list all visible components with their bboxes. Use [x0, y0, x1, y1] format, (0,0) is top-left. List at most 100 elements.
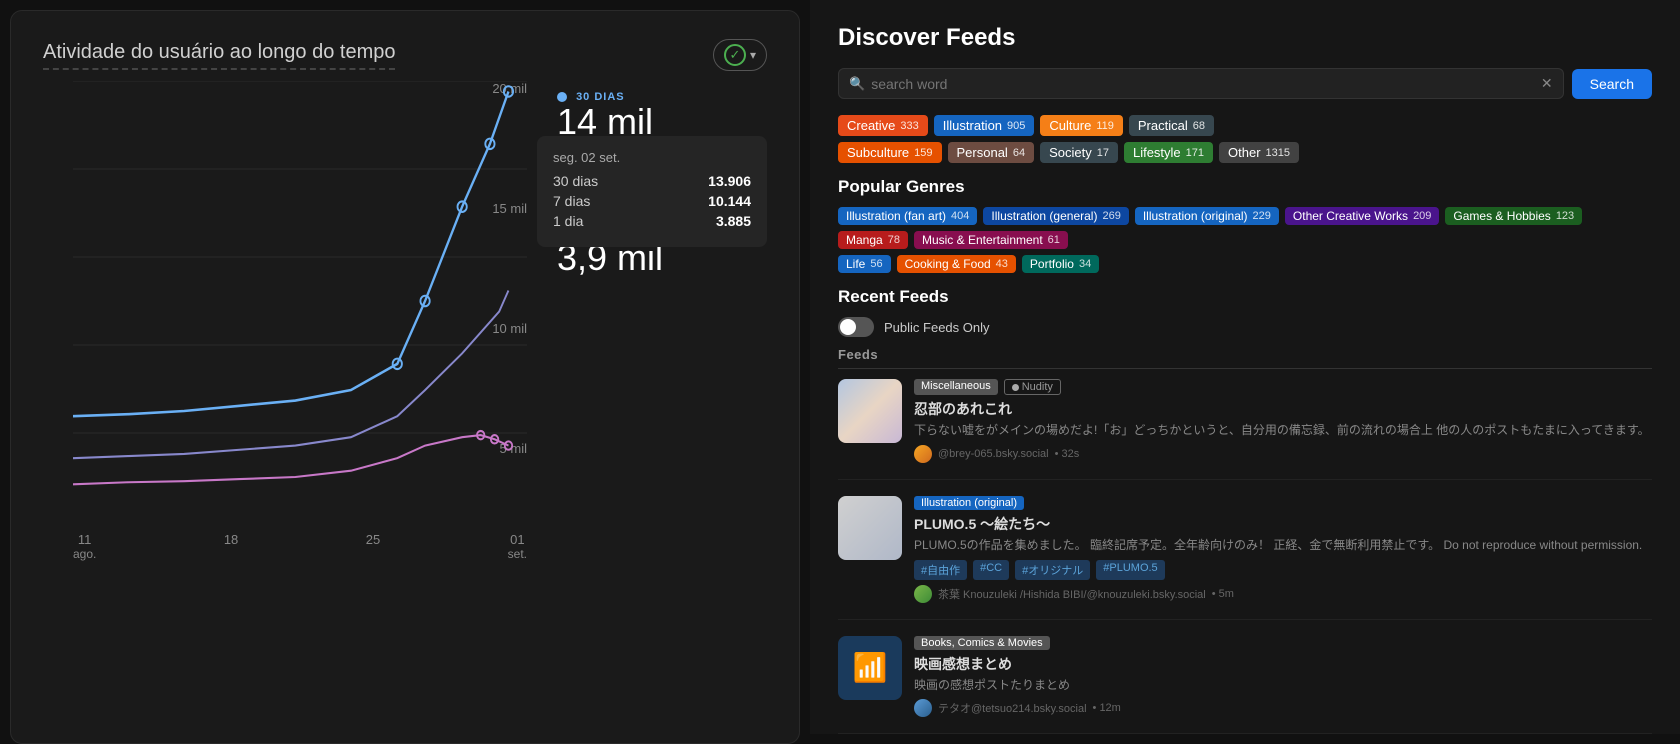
toggle-label: Public Feeds Only	[884, 320, 990, 335]
activity-chart-panel: Atividade do usuário ao longo do tempo ✓…	[10, 10, 800, 744]
genre-tag[interactable]: Cooking & Food43	[897, 255, 1016, 273]
hashtag[interactable]: #PLUMO.5	[1096, 560, 1164, 580]
genre-tags: Illustration (fan art)404 Illustration (g…	[838, 207, 1652, 249]
search-button[interactable]: Search	[1572, 69, 1652, 99]
feed-hashtags: #自由作 #CC #オリジナル #PLUMO.5	[914, 560, 1652, 580]
x-label: 25	[366, 532, 380, 547]
feeds-label: Feeds	[838, 347, 1652, 369]
chart-area: 20 mil 15 mil 10 mil 5 mil	[43, 81, 767, 561]
genre-tag[interactable]: Illustration (original)229	[1135, 207, 1279, 225]
genre-tag[interactable]: Other Creative Works209	[1285, 207, 1440, 225]
x-label: 18	[224, 532, 238, 547]
hashtag[interactable]: #自由作	[914, 560, 967, 580]
feed-handle: @brey-065.bsky.social	[938, 448, 1049, 460]
feed-name[interactable]: PLUMO.5 〜絵たち〜	[914, 514, 1652, 534]
category-tags-row-2: Subculture159 Personal64Society17 Lifestyl…	[838, 142, 1652, 163]
chart-svg	[73, 81, 527, 521]
genre-tag[interactable]: Games & Hobbies123	[1445, 207, 1582, 225]
feed-content: Illustration (original) PLUMO.5 〜絵たち〜 PL…	[914, 496, 1652, 603]
feed-name[interactable]: 映画感想まとめ	[914, 654, 1652, 674]
tooltip-row-7d: 7 dias 10.144	[553, 193, 751, 209]
genre-tag[interactable]: Illustration (general)269	[983, 207, 1128, 225]
feed-meta: @brey-065.bsky.social • 32s	[914, 445, 1652, 463]
search-input-wrap[interactable]: 🔍 ✕	[838, 68, 1564, 99]
feed-badge-row: Illustration (original)	[914, 496, 1652, 510]
x-sublabel: set.	[508, 547, 527, 561]
hashtag[interactable]: #オリジナル	[1015, 560, 1090, 580]
category-tag-lifestyle[interactable]: Lifestyle171	[1124, 142, 1213, 163]
feed-category-badge: Illustration (original)	[914, 496, 1024, 510]
popular-genres-title: Popular Genres	[838, 177, 1652, 197]
feed-thumbnail	[838, 496, 902, 560]
search-icon: 🔍	[849, 76, 865, 92]
genre-tag[interactable]: Portfolio34	[1022, 255, 1099, 273]
x-label: 01	[510, 532, 524, 547]
category-tag-subculture[interactable]: Subculture159	[838, 142, 942, 163]
category-tag-practical[interactable]: Practical68	[1129, 115, 1214, 136]
feed-badge-row: Miscellaneous Nudity	[914, 379, 1652, 395]
feed-name[interactable]: 忍部のあれこれ	[914, 399, 1652, 419]
feed-content: Books, Comics & Movies 映画感想まとめ 映画の感想ポストた…	[914, 636, 1652, 718]
public-feeds-toggle[interactable]	[838, 317, 874, 337]
feed-avatar	[914, 585, 932, 603]
rss-icon: 📶	[853, 651, 888, 684]
clear-icon[interactable]: ✕	[1541, 75, 1553, 92]
nudity-dot	[1012, 384, 1019, 391]
genre-tag[interactable]: Manga78	[838, 231, 908, 249]
chart-header: Atividade do usuário ao longo do tempo ✓…	[43, 39, 767, 71]
category-tag-creative[interactable]: Creative333	[838, 115, 928, 136]
feed-desc: 映画の感想ポストたりまとめ	[914, 677, 1652, 694]
x-label: 11	[78, 532, 92, 547]
discover-feeds-panel: Discover Feeds 🔍 ✕ Search Creative333 Ill…	[810, 0, 1680, 734]
feed-desc: PLUMO.5の作品を集めました。 臨終記席予定。全年齢向けのみ！ 正経、金で無…	[914, 537, 1652, 554]
feeds-list: Miscellaneous Nudity 忍部のあれこれ 下らない嘘をがメインの…	[838, 379, 1652, 734]
genre-tag[interactable]: Music & Entertainment61	[914, 231, 1068, 249]
feed-item[interactable]: Miscellaneous Nudity 忍部のあれこれ 下らない嘘をがメインの…	[838, 379, 1652, 480]
search-input[interactable]	[871, 76, 1535, 92]
feed-avatar	[914, 445, 932, 463]
category-tag-other[interactable]: Other1315	[1219, 142, 1299, 163]
genre-tag[interactable]: Life56	[838, 255, 891, 273]
toggle-row: Public Feeds Only	[838, 317, 1652, 337]
search-row: 🔍 ✕ Search	[838, 68, 1652, 99]
category-tag-illustration[interactable]: Illustration905	[934, 115, 1035, 136]
feed-badge-row: Books, Comics & Movies	[914, 636, 1652, 650]
feed-meta: テタオ@tetsuo214.bsky.social • 12m	[914, 699, 1652, 717]
feed-thumbnail	[838, 379, 902, 443]
feed-desc: 下らない嘘をがメインの場めだよ!「お」どっちかというと、自分用の備忘録、前の流れ…	[914, 422, 1652, 439]
discover-title: Discover Feeds	[838, 24, 1652, 52]
feed-handle: テタオ@tetsuo214.bsky.social	[938, 700, 1087, 716]
check-icon: ✓	[724, 44, 746, 66]
tooltip-row-30d: 30 dias 13.906	[553, 173, 751, 189]
chart-title: Atividade do usuário ao longo do tempo	[43, 41, 395, 70]
feed-category-badge: Books, Comics & Movies	[914, 636, 1050, 650]
feed-meta: 茶葉 Knouzuleki /Hishida BIBI/@knouzuleki.…	[914, 585, 1652, 603]
category-tag-personal[interactable]: Personal64	[948, 142, 1035, 163]
feed-item[interactable]: Illustration (original) PLUMO.5 〜絵たち〜 PL…	[838, 496, 1652, 620]
chevron-down-icon[interactable]: ▾	[750, 48, 756, 62]
category-tag-society[interactable]: Society17	[1040, 142, 1118, 163]
feed-time: • 32s	[1055, 448, 1080, 460]
tooltip-box: seg. 02 set. 30 dias 13.906 7 dias 10.14…	[537, 136, 767, 247]
category-tags-row: Creative333 Illustration905Culture119 Prac…	[838, 115, 1652, 136]
tooltip-row-1d: 1 dia 3.885	[553, 213, 751, 229]
tooltip-date: seg. 02 set.	[553, 150, 751, 165]
feed-handle: 茶葉 Knouzuleki /Hishida BIBI/@knouzuleki.…	[938, 586, 1206, 602]
feed-content: Miscellaneous Nudity 忍部のあれこれ 下らない嘘をがメインの…	[914, 379, 1652, 463]
chart-controls[interactable]: ✓ ▾	[713, 39, 767, 71]
feed-time: • 5m	[1212, 588, 1234, 600]
genre-tag[interactable]: Illustration (fan art)404	[838, 207, 977, 225]
feed-avatar	[914, 699, 932, 717]
feed-item[interactable]: 📶 Books, Comics & Movies 映画感想まとめ 映画の感想ポス…	[838, 636, 1652, 734]
x-axis-labels: 11 ago. 18 25 01 set.	[73, 532, 527, 561]
recent-feeds-title: Recent Feeds	[838, 287, 1652, 307]
chart-legend: 30 DIAS 14 mil 7 DIAS 10 mil 1 DIA 3,9 m…	[537, 81, 767, 297]
hashtag[interactable]: #CC	[973, 560, 1009, 580]
category-tag-culture[interactable]: Culture119	[1040, 115, 1122, 136]
nudity-badge: Nudity	[1004, 379, 1061, 395]
x-sublabel: ago.	[73, 547, 96, 561]
feed-thumbnail: 📶	[838, 636, 902, 700]
feed-time: • 12m	[1093, 702, 1121, 714]
genre-tags-row2: Life56 Cooking & Food43 Portfolio34	[838, 255, 1652, 273]
feed-category-badge: Miscellaneous	[914, 379, 998, 395]
